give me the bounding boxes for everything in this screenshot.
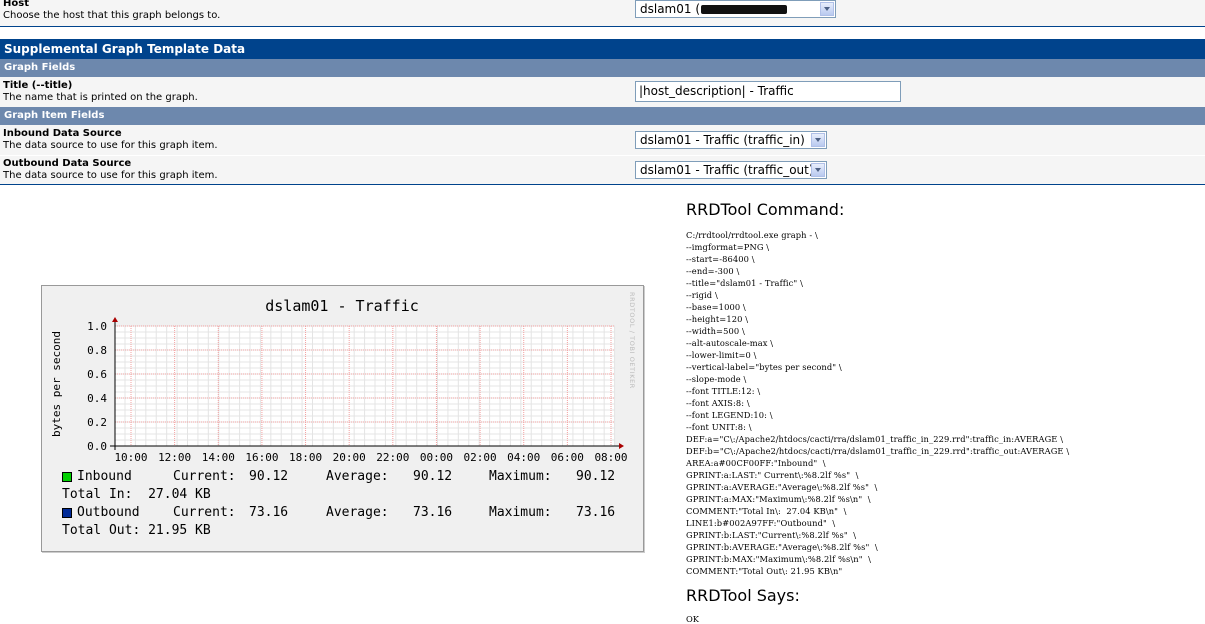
rrdtool-command-line: --slope-mode \ — [686, 374, 747, 384]
supplemental-header-label: Supplemental Graph Template Data — [4, 42, 246, 56]
rrdtool-command-line: --width=500 \ — [686, 326, 745, 336]
rrdtool-command-line: GPRINT:a:LAST:" Current\:%8.2lf %s" \ — [686, 470, 859, 480]
host-select-value: dslam01 ( — [640, 2, 701, 16]
host-select[interactable]: dslam01 ( — [635, 0, 836, 18]
title-input[interactable]: |host_description| - Traffic — [635, 81, 901, 102]
inbound-select-value: dslam01 - Traffic (traffic_in) — [640, 133, 805, 147]
rrdtool-command-line: --vertical-label="bytes per second" \ — [686, 362, 842, 372]
rrdtool-command-line: --font UNIT:8: \ — [686, 422, 752, 432]
outbound-average-value: 73.16 — [413, 505, 453, 520]
chevron-down-icon[interactable] — [820, 2, 834, 16]
rrdtool-command-line: COMMENT:"Total Out\: 21.95 KB\n" — [686, 566, 843, 576]
outbound-select-value: dslam01 - Traffic (traffic_out) — [640, 163, 814, 177]
inbound-legend-name: Inbound — [77, 469, 132, 484]
rrdtool-command-line: --lower-limit=0 \ — [686, 350, 757, 360]
graph-fields-header: Graph Fields — [0, 59, 1205, 77]
inbound-current-value: 90.12 — [249, 469, 289, 484]
rrdtool-command-line: LINE1:b#002A97FF:"Outbound" \ — [686, 518, 836, 528]
inbound-maximum-label: Maximum: — [489, 469, 552, 484]
host-title: Host — [3, 0, 29, 9]
rrdtool-command-line: GPRINT:a:MAX:"Maximum\:%8.2lf %s\n" \ — [686, 494, 871, 504]
rrdtool-command-line: --alt-autoscale-max \ — [686, 338, 774, 348]
inbound-swatch — [62, 472, 72, 482]
outbound-select[interactable]: dslam01 - Traffic (traffic_out) — [635, 161, 827, 179]
title-field-title: Title (--title) — [3, 80, 73, 91]
legend-row-outbound: Outbound Current: 73.16 Average: 73.16 M… — [62, 505, 632, 521]
outbound-current-label: Current: — [173, 505, 236, 520]
title-field-description: The name that is printed on the graph. — [3, 92, 198, 103]
inbound-current-label: Current: — [173, 469, 236, 484]
rrdtool-command-line: --rigid \ — [686, 290, 718, 300]
outbound-legend-name: Outbound — [77, 505, 140, 520]
rrdtool-says-title: RRDTool Says: — [686, 586, 800, 605]
graph-fields-header-label: Graph Fields — [4, 62, 76, 73]
outbound-current-value: 73.16 — [249, 505, 289, 520]
graph-item-fields-header: Graph Item Fields — [0, 107, 1205, 125]
inbound-average-label: Average: — [326, 469, 389, 484]
rrdtool-command-line: C:/rrdtool/rrdtool.exe graph - \ — [686, 230, 818, 240]
outbound-row: Outbound Data Source The data source to … — [0, 156, 1205, 184]
rrdtool-command-line: --start=-86400 \ — [686, 254, 755, 264]
supplemental-header: Supplemental Graph Template Data — [0, 39, 1205, 59]
rrdtool-command-title: RRDTool Command: — [686, 200, 845, 219]
outbound-title: Outbound Data Source — [3, 158, 132, 169]
graph-item-fields-header-label: Graph Item Fields — [4, 110, 105, 121]
rrdtool-command-text: C:/rrdtool/rrdtool.exe graph - \ --imgfor… — [686, 229, 1069, 577]
rrdtool-command-line: DEF:b="C\:/Apache2/htdocs/cacti/rra/dsla… — [686, 446, 1070, 456]
outbound-maximum-label: Maximum: — [489, 505, 552, 520]
rrdtool-command-line: --end=-300 \ — [686, 266, 740, 276]
rrdtool-command-line: --font TITLE:12: \ — [686, 386, 761, 396]
rrdtool-command-line: AREA:a#00CF00FF:"Inbound" \ — [686, 458, 826, 468]
outbound-swatch — [62, 508, 72, 518]
inbound-select[interactable]: dslam01 - Traffic (traffic_in) — [635, 131, 827, 149]
divider — [0, 184, 1205, 185]
rrdtool-command-line: --height=120 \ — [686, 314, 749, 324]
divider — [0, 26, 1205, 27]
rrdtool-command-line: --title="dslam01 - Traffic" \ — [686, 278, 803, 288]
outbound-maximum-value: 73.16 — [576, 505, 616, 520]
outbound-total: Total Out: 21.95 KB — [62, 523, 211, 538]
rrdtool-command-line: COMMENT:"Total In\: 27.04 KB\n" \ — [686, 506, 847, 516]
inbound-title: Inbound Data Source — [3, 128, 122, 139]
host-row: Host Choose the host that this graph bel… — [0, 0, 1205, 26]
rrdtool-command-line: GPRINT:b:MAX:"Maximum\:%8.2lf %s\n" \ — [686, 554, 871, 564]
legend-row-inbound: Inbound Current: 90.12 Average: 90.12 Ma… — [62, 469, 632, 485]
rrdtool-command-line: --base=1000 \ — [686, 302, 746, 312]
traffic-graph: dslam01 - Traffic bytes per second RRDTO… — [41, 285, 644, 552]
rrdtool-command-line: --font LEGEND:10: \ — [686, 410, 773, 420]
outbound-average-label: Average: — [326, 505, 389, 520]
rrdtool-command-line: DEF:a="C\:/Apache2/htdocs/cacti/rra/dsla… — [686, 434, 1064, 444]
inbound-row: Inbound Data Source The data source to u… — [0, 125, 1205, 155]
redacted-hostname — [701, 5, 788, 14]
inbound-description: The data source to use for this graph it… — [3, 140, 218, 151]
title-row: Title (--title) The name that is printed… — [0, 77, 1205, 107]
inbound-average-value: 90.12 — [413, 469, 453, 484]
inbound-maximum-value: 90.12 — [576, 469, 616, 484]
chevron-down-icon[interactable] — [811, 163, 825, 177]
host-description: Choose the host that this graph belongs … — [3, 10, 221, 21]
rrdtool-command-line: GPRINT:b:AVERAGE:"Average\:%8.2lf %s" \ — [686, 542, 878, 552]
legend: Inbound Current: 90.12 Average: 90.12 Ma… — [42, 286, 643, 551]
inbound-total: Total In: 27.04 KB — [62, 487, 211, 502]
rrdtool-command-line: GPRINT:a:AVERAGE:"Average\:%8.2lf %s" \ — [686, 482, 878, 492]
rrdtool-command-line: --imgformat=PNG \ — [686, 242, 770, 252]
chevron-down-icon[interactable] — [811, 133, 825, 147]
rrdtool-command-line: GPRINT:b:LAST:"Current\:%8.2lf %s" \ — [686, 530, 857, 540]
rrdtool-command-line: --font AXIS:8: \ — [686, 398, 750, 408]
outbound-description: The data source to use for this graph it… — [3, 170, 218, 181]
